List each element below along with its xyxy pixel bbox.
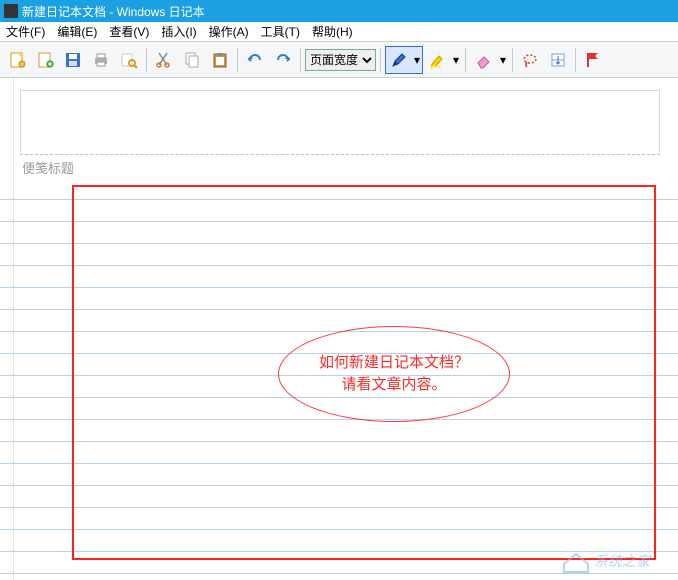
redo-button[interactable] — [270, 46, 296, 74]
undo-icon — [246, 51, 264, 69]
note-title-placeholder: 便笺标题 — [22, 158, 74, 177]
annotation-oval: 如何新建日记本文档？ 请看文章内容。 — [278, 326, 510, 422]
pen-tool-active[interactable]: ▾ — [385, 46, 423, 74]
new-note-button[interactable] — [4, 46, 30, 74]
insert-space-button[interactable] — [545, 46, 571, 74]
eraser-icon — [474, 51, 492, 69]
print-icon — [92, 51, 110, 69]
zoom-select[interactable]: 页面宽度 — [305, 49, 376, 71]
separator — [575, 48, 576, 72]
paste-button[interactable] — [207, 46, 233, 74]
flag-button[interactable] — [580, 46, 606, 74]
pen-button[interactable] — [386, 46, 412, 74]
menu-edit[interactable]: 编辑(E) — [51, 23, 103, 40]
save-icon — [64, 51, 82, 69]
eraser-button[interactable] — [470, 46, 496, 74]
separator — [380, 48, 381, 72]
menu-file[interactable]: 文件(F) — [0, 23, 51, 40]
pen-icon — [390, 51, 408, 69]
highlighter-tool[interactable]: ▾ — [425, 46, 461, 74]
highlighter-dropdown[interactable]: ▾ — [451, 53, 461, 67]
note-title-box[interactable] — [20, 90, 660, 155]
toolbar: 页面宽度 ▾ ▾ ▾ — [0, 42, 678, 78]
undo-button[interactable] — [242, 46, 268, 74]
annotation-text-line1: 如何新建日记本文档？ — [319, 352, 469, 375]
watermark-icon: 系统之家 — [558, 544, 668, 574]
print-button[interactable] — [88, 46, 114, 74]
save-button[interactable] — [60, 46, 86, 74]
highlighter-icon — [429, 51, 447, 69]
app-icon — [4, 4, 18, 18]
redo-icon — [274, 51, 292, 69]
menu-help[interactable]: 帮助(H) — [306, 23, 359, 40]
svg-text:系统之家: 系统之家 — [594, 553, 652, 569]
menu-insert[interactable]: 插入(I) — [155, 23, 202, 40]
pen-dropdown[interactable]: ▾ — [412, 53, 422, 67]
title-bar: 新建日记本文档 - Windows 日记本 — [0, 0, 678, 22]
paste-icon — [211, 51, 229, 69]
menu-bar: 文件(F) 编辑(E) 查看(V) 插入(I) 操作(A) 工具(T) 帮助(H… — [0, 22, 678, 42]
eraser-dropdown[interactable]: ▾ — [498, 53, 508, 67]
cut-button[interactable] — [151, 46, 177, 74]
cut-icon — [155, 51, 173, 69]
lasso-icon — [521, 51, 539, 69]
separator — [237, 48, 238, 72]
highlighter-button[interactable] — [425, 46, 451, 74]
find-button[interactable] — [116, 46, 142, 74]
copy-button[interactable] — [179, 46, 205, 74]
flag-icon — [584, 51, 602, 69]
menu-tools[interactable]: 工具(T) — [255, 23, 306, 40]
annotation-text-line2: 请看文章内容。 — [341, 374, 446, 397]
new-journal-button[interactable] — [32, 46, 58, 74]
menu-view[interactable]: 查看(V) — [103, 23, 155, 40]
separator — [146, 48, 147, 72]
find-icon — [120, 51, 138, 69]
separator — [300, 48, 301, 72]
separator — [465, 48, 466, 72]
separator — [512, 48, 513, 72]
new-note-icon — [8, 51, 26, 69]
document-area[interactable]: 便笺标题 如何新建日记本文档？ 请看文章内容。 系统之家 — [0, 78, 678, 580]
space-icon — [549, 51, 567, 69]
selection-button[interactable] — [517, 46, 543, 74]
menu-actions[interactable]: 操作(A) — [203, 23, 255, 40]
new-journal-icon — [36, 51, 54, 69]
copy-icon — [183, 51, 201, 69]
window-title: 新建日记本文档 - Windows 日记本 — [22, 3, 205, 20]
